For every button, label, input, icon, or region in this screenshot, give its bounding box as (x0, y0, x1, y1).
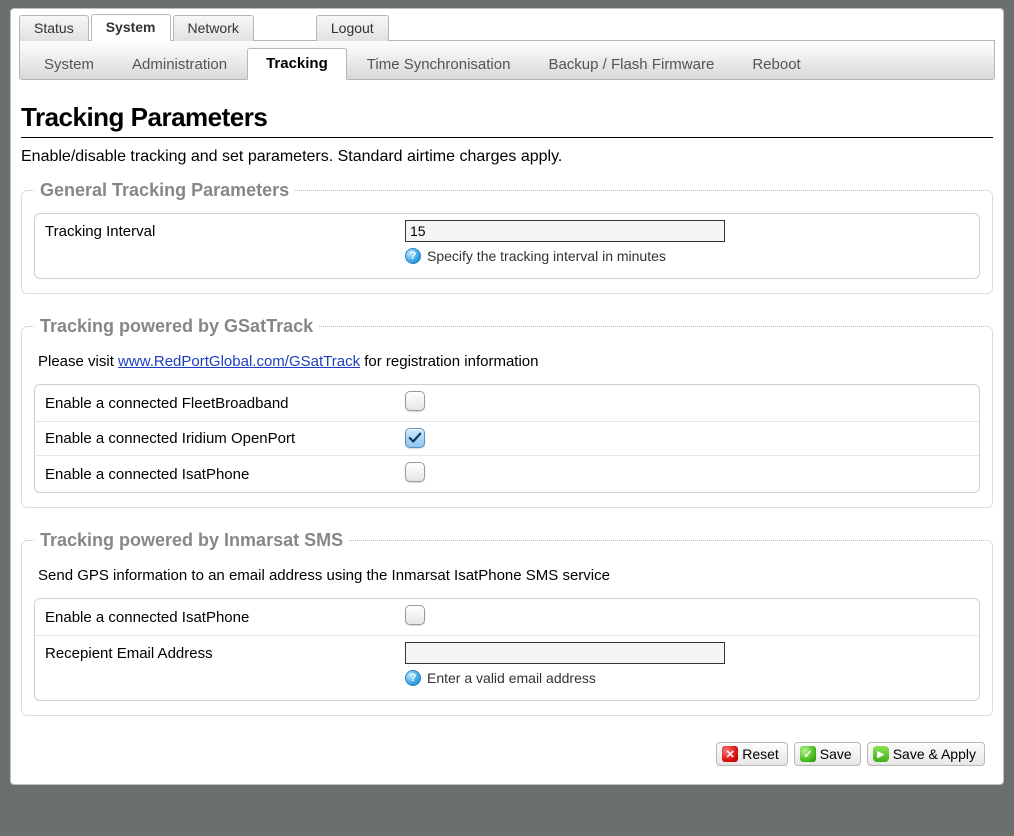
input-recipient-email[interactable] (405, 642, 725, 664)
reset-label: Reset (742, 746, 779, 762)
sub-tabrow: System Administration Tracking Time Sync… (19, 41, 995, 80)
checkbox-isatphone-inmarsat[interactable] (405, 605, 425, 625)
subtab-reboot[interactable]: Reboot (734, 50, 818, 80)
label-iridium-openport: Enable a connected Iridium OpenPort (45, 430, 405, 447)
checkbox-iridium-openport[interactable] (405, 428, 425, 448)
tab-logout[interactable]: Logout (316, 15, 389, 41)
play-icon (873, 746, 889, 762)
subtab-time-sync[interactable]: Time Synchronisation (349, 50, 529, 80)
legend-gsattrack: Tracking powered by GSatTrack (34, 316, 319, 337)
group-general: General Tracking Parameters Tracking Int… (21, 180, 993, 294)
check-icon: ✓ (800, 746, 816, 762)
legend-inmarsat: Tracking powered by Inmarsat SMS (34, 530, 349, 551)
label-isatphone-gsat: Enable a connected IsatPhone (45, 466, 405, 483)
checkbox-fleetbroadband[interactable] (405, 391, 425, 411)
checkbox-isatphone-gsat[interactable] (405, 462, 425, 482)
help-tracking-interval: Specify the tracking interval in minutes (427, 248, 666, 264)
subtab-administration[interactable]: Administration (114, 50, 245, 80)
page-title: Tracking Parameters (21, 102, 993, 138)
tab-status[interactable]: Status (19, 15, 89, 41)
intro-inmarsat: Send GPS information to an email address… (38, 567, 976, 584)
subtab-tracking[interactable]: Tracking (247, 48, 347, 80)
subtab-system[interactable]: System (26, 50, 112, 80)
help-icon: ? (405, 670, 421, 686)
x-icon: ✕ (722, 746, 738, 762)
save-apply-label: Save & Apply (893, 746, 976, 762)
help-icon: ? (405, 248, 421, 264)
reset-button[interactable]: ✕ Reset (716, 742, 788, 766)
tab-system[interactable]: System (91, 14, 171, 41)
help-recipient-email: Enter a valid email address (427, 670, 596, 686)
label-fleetbroadband: Enable a connected FleetBroadband (45, 395, 405, 412)
save-apply-button[interactable]: Save & Apply (867, 742, 985, 766)
legend-general: General Tracking Parameters (34, 180, 295, 201)
tab-network[interactable]: Network (173, 15, 254, 41)
save-button[interactable]: ✓ Save (794, 742, 861, 766)
label-recipient-email: Recepient Email Address (45, 645, 405, 662)
label-isatphone-inmarsat: Enable a connected IsatPhone (45, 609, 405, 626)
intro-gsattrack: Please visit www.RedPortGlobal.com/GSatT… (38, 353, 976, 370)
group-inmarsat: Tracking powered by Inmarsat SMS Send GP… (21, 530, 993, 716)
top-tabrow: Status System Network Logout (19, 13, 995, 41)
group-gsattrack: Tracking powered by GSatTrack Please vis… (21, 316, 993, 508)
page-description: Enable/disable tracking and set paramete… (21, 148, 993, 166)
subtab-backup[interactable]: Backup / Flash Firmware (530, 50, 732, 80)
label-tracking-interval: Tracking Interval (45, 223, 405, 240)
save-label: Save (820, 746, 852, 762)
input-tracking-interval[interactable] (405, 220, 725, 242)
link-redportglobal[interactable]: www.RedPortGlobal.com/GSatTrack (118, 353, 360, 370)
